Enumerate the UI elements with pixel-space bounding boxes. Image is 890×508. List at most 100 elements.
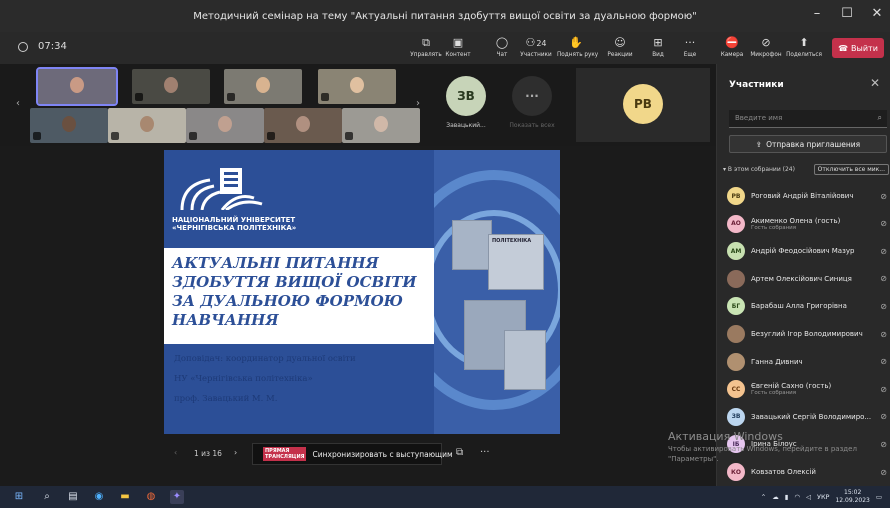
mic-off-icon (135, 93, 143, 101)
slide-title-line: ЗДОБУТТЯ ВИЩОЇ ОСВІТИ (172, 273, 417, 291)
slide-title-line: ЗА ДУАЛЬНОЮ ФОРМОЮ (172, 292, 403, 310)
search-icon[interactable]: ⌕ (40, 490, 54, 504)
mic-off-icon: ⊘ (880, 301, 887, 311)
task-view-icon[interactable]: ▤ (66, 490, 80, 504)
more-icon[interactable]: ··· (480, 447, 490, 458)
participant-tile-zv[interactable]: ЗВ Завацький... (436, 76, 496, 129)
meeting-timer: 07:34 (18, 41, 67, 52)
face-shape (140, 116, 154, 132)
participant-row[interactable]: PB Роговий Андрій Віталійович ⊘ (727, 182, 887, 210)
building-shape (504, 330, 546, 390)
participant-tile-rv[interactable]: PB (576, 68, 710, 142)
mic-off-icon (33, 132, 41, 140)
video-tile[interactable] (342, 108, 420, 143)
participant-row[interactable]: ЗВ Завацький Сергій Володимиро... ⊘ (727, 403, 887, 431)
mic-off-icon (345, 132, 353, 140)
volume-icon[interactable]: ◁ (806, 493, 811, 501)
chrome-icon[interactable]: ◍ (144, 490, 158, 504)
participant-text: Ганна Дивнич (751, 358, 877, 366)
building-sign: ПОЛІТЕХНІКА (492, 238, 532, 244)
video-tile[interactable] (318, 69, 396, 104)
show-all-tile[interactable]: ··· Показать всех (504, 76, 560, 129)
share-icon: ⬆ (799, 36, 809, 49)
windows-start-icon[interactable]: ⊞ (12, 490, 26, 504)
chevron-right-icon[interactable]: › (416, 98, 420, 109)
mic-off-icon: ⊘ (880, 191, 887, 201)
speaker-line: НУ «Чернігівська політехніка» (174, 374, 313, 384)
content-button[interactable]: ▣ Контент (438, 36, 478, 58)
sidebar-icon[interactable]: ⧉ (456, 447, 463, 458)
chevron-left-icon[interactable]: ‹ (174, 448, 177, 457)
mic-off-icon (267, 132, 275, 140)
teams-icon[interactable]: ✦ (170, 490, 184, 504)
window-title: Методичний семінар на тему "Актуальні пи… (193, 10, 697, 22)
explorer-icon[interactable]: ▬ (118, 490, 132, 504)
microphone-button[interactable]: ⊘ Микрофон (746, 36, 786, 58)
video-tile[interactable] (132, 69, 210, 104)
minimize-button[interactable]: – (810, 6, 824, 21)
clock[interactable]: 15:02 12.09.2023 (835, 489, 869, 505)
cloud-icon[interactable]: ☁ (772, 493, 779, 501)
video-tile[interactable] (224, 69, 302, 104)
video-tile[interactable] (108, 108, 186, 143)
chevron-right-icon[interactable]: › (234, 448, 237, 457)
mic-off-icon: ⊘ (880, 246, 887, 256)
participant-row[interactable]: БГ Барабаш Алла Григорівна ⊘ (727, 292, 887, 320)
notification-icon[interactable]: ▭ (876, 493, 882, 501)
network-icon[interactable]: ◠ (794, 493, 800, 501)
page-indicator: 1 из 16 (194, 449, 222, 458)
reactions-button[interactable]: ☺ Реакции (600, 36, 640, 58)
close-button[interactable]: ✕ (870, 6, 884, 21)
show-all-label: Показать всех (509, 122, 555, 129)
mic-off-icon (321, 93, 329, 101)
mic-off-icon: ⊘ (880, 439, 887, 449)
participant-row[interactable]: CC Євгеній Сахно (гость) Гость собрания ⊘ (727, 375, 887, 403)
presentation-stage: НАЦІОНАЛЬНИЙ УНІВЕРСИТЕТ «ЧЕРНІГІВСЬКА П… (0, 146, 716, 486)
participants-panel: Участники ✕ Введите имя ⌕ ⇪ Отправка при… (716, 64, 890, 486)
participant-row[interactable]: AM Андрій Феодосійович Мазур ⊘ (727, 237, 887, 265)
chevron-up-icon[interactable]: ⌃ (761, 493, 766, 501)
window-controls: – ☐ ✕ (810, 6, 884, 21)
participant-row[interactable]: AO Акименко Олена (гость) Гость собрания ⊘ (727, 210, 887, 238)
video-tile[interactable] (30, 108, 108, 143)
mic-off-icon: ⊘ (880, 467, 887, 477)
raise-hand-button[interactable]: ✋ Поднять руку (556, 36, 598, 58)
more-button[interactable]: ··· Еще (670, 36, 710, 58)
leave-button[interactable]: ☎ Выйти (832, 38, 884, 58)
participant-search-input[interactable]: Введите имя ⌕ (729, 110, 887, 128)
face-shape (218, 116, 232, 132)
university-logo (180, 168, 263, 210)
sync-with-presenter-button[interactable]: ПРЯМАЯ ТРАНСЛЯЦИЯ Синхронизировать с выс… (252, 443, 453, 465)
avatar (727, 325, 745, 343)
participant-name: Андрій Феодосійович Мазур (751, 247, 855, 256)
chevron-left-icon[interactable]: ‹ (16, 98, 20, 109)
video-tile[interactable] (264, 108, 342, 143)
participants-button[interactable]: ⚇24 Участники (516, 36, 556, 58)
participant-row[interactable]: Артем Олексійович Синиця ⊘ (727, 265, 887, 293)
maximize-button[interactable]: ☐ (840, 6, 854, 21)
slide-title-band: АКТУАЛЬНІ ПИТАННЯ ЗДОБУТТЯ ВИЩОЇ ОСВІТИ … (164, 248, 436, 344)
usb-icon[interactable]: ▮ (785, 493, 789, 501)
mic-off-icon: ⊘ (880, 329, 887, 339)
close-icon[interactable]: ✕ (870, 76, 880, 90)
video-tile[interactable] (186, 108, 264, 143)
windows-taskbar: ⊞ ⌕ ▤ ◉ ▬ ◍ ✦ ⌃ ☁ ▮ ◠ ◁ УКР 15:02 12.09.… (0, 486, 890, 508)
mic-off-icon (227, 93, 235, 101)
avatar: ЗВ (727, 407, 745, 426)
mute-all-button[interactable]: Отключить все мик... (813, 163, 889, 175)
speaker-line: Доповідач: координатор дуальної освіти (174, 354, 356, 364)
face-shape (350, 77, 364, 93)
participant-name: Барабаш Алла Григорівна (751, 302, 847, 311)
keyboard-language[interactable]: УКР (817, 493, 830, 501)
video-tile[interactable] (36, 67, 118, 106)
participant-text: Ковзатов Олексій (751, 468, 877, 476)
meeting-group-header[interactable]: ▾ В этом собрании (24) Отключить все мик… (723, 162, 889, 176)
participant-row[interactable]: Ганна Дивнич ⊘ (727, 348, 887, 376)
avatar: PB (623, 84, 663, 124)
participant-text: Роговий Андрій Віталійович (751, 192, 877, 200)
participant-row[interactable]: Безуглий Ігор Володимирович ⊘ (727, 320, 887, 348)
share-button[interactable]: ⬆ Поделиться (784, 36, 824, 58)
send-invite-button[interactable]: ⇪ Отправка приглашения (729, 135, 887, 153)
live-broadcast-icon: ПРЯМАЯ ТРАНСЛЯЦИЯ (263, 447, 307, 461)
edge-icon[interactable]: ◉ (92, 490, 106, 504)
